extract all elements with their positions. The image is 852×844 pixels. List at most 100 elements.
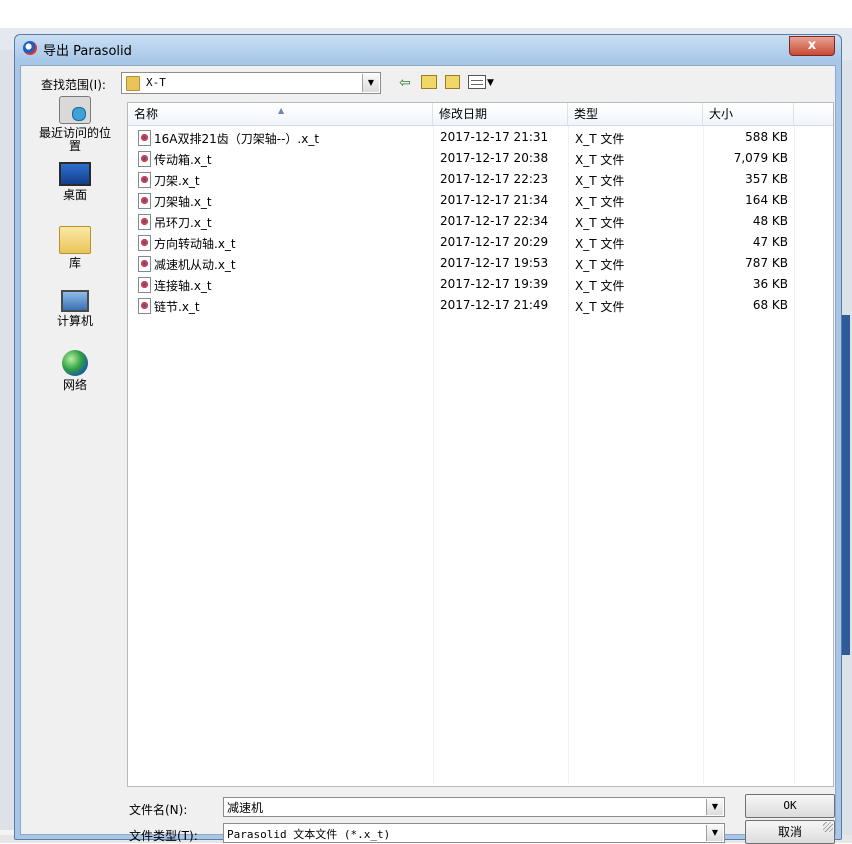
column-date[interactable]: 修改日期: [433, 103, 568, 125]
sort-ascending-icon: ▲: [278, 106, 285, 115]
file-list[interactable]: 名称 ▲ 修改日期 类型 大小 16A双排21齿（刀架轴--）.x_t 2017…: [127, 102, 834, 787]
file-size: 7,079 KB: [733, 151, 788, 165]
cancel-button[interactable]: 取消: [745, 820, 835, 844]
filename-value: 减速机: [227, 801, 264, 815]
file-type: X_T 文件: [575, 153, 625, 167]
up-folder-icon[interactable]: [421, 75, 437, 89]
file-size: 48 KB: [752, 214, 788, 228]
file-name: 刀架轴.x_t: [154, 195, 212, 209]
column-name[interactable]: 名称 ▲: [128, 103, 433, 125]
chevron-down-icon[interactable]: ▼: [362, 74, 379, 92]
xt-file-icon: [138, 298, 151, 314]
file-row[interactable]: 链节.x_t 2017-12-17 21:49 X_T 文件 68 KB: [128, 295, 833, 316]
file-type: X_T 文件: [575, 237, 625, 251]
column-size-label: 大小: [709, 107, 734, 121]
place-label: 网络: [62, 378, 87, 392]
chevron-down-icon[interactable]: ▼: [706, 799, 723, 815]
app-logo-icon: [23, 41, 37, 55]
file-size: 357 KB: [745, 172, 788, 186]
export-dialog: 导出 Parasolid x 查找范围(I): X-T ▼ ⇦ ▼ 最近访问的位…: [14, 34, 842, 844]
file-date: 2017-12-17 20:38: [440, 151, 549, 165]
place-recent[interactable]: 最近访问的位置: [27, 96, 123, 153]
file-type: X_T 文件: [575, 174, 625, 188]
file-type: X_T 文件: [575, 258, 625, 272]
file-name: 减速机从动.x_t: [154, 258, 236, 272]
column-type[interactable]: 类型: [568, 103, 703, 125]
xt-file-icon: [138, 235, 151, 251]
computer-icon: [61, 290, 89, 312]
file-type: X_T 文件: [575, 279, 625, 293]
xt-file-icon: [138, 277, 151, 293]
file-date: 2017-12-17 19:53: [440, 256, 549, 270]
place-network[interactable]: 网络: [27, 350, 123, 392]
file-size: 68 KB: [752, 298, 788, 312]
place-label: 库: [68, 256, 81, 270]
place-computer[interactable]: 计算机: [27, 290, 123, 328]
lookin-label: 查找范围(I):: [41, 78, 106, 92]
place-libraries[interactable]: 库: [27, 226, 123, 270]
file-date: 2017-12-17 19:39: [440, 277, 549, 291]
column-size[interactable]: 大小: [703, 103, 794, 125]
file-size: 47 KB: [752, 235, 788, 249]
file-date: 2017-12-17 21:34: [440, 193, 549, 207]
file-row[interactable]: 减速机从动.x_t 2017-12-17 19:53 X_T 文件 787 KB: [128, 253, 833, 274]
resize-grip-icon[interactable]: [823, 822, 833, 832]
file-name: 吊环刀.x_t: [154, 216, 212, 230]
column-type-label: 类型: [574, 107, 599, 121]
recent-places-icon: [59, 96, 91, 124]
view-menu-icon[interactable]: [468, 75, 486, 89]
background-left-panel: [0, 50, 14, 830]
file-row[interactable]: 刀架.x_t 2017-12-17 22:23 X_T 文件 357 KB: [128, 169, 833, 190]
file-name: 连接轴.x_t: [154, 279, 212, 293]
xt-file-icon: [138, 214, 151, 230]
file-date: 2017-12-17 20:29: [440, 235, 549, 249]
filetype-label: 文件类型(T):: [129, 829, 198, 843]
file-row[interactable]: 刀架轴.x_t 2017-12-17 21:34 X_T 文件 164 KB: [128, 190, 833, 211]
folder-icon: [126, 76, 140, 91]
background-top-area: [0, 0, 852, 30]
file-date: 2017-12-17 22:34: [440, 214, 549, 228]
place-label: 计算机: [56, 314, 93, 328]
file-name: 刀架.x_t: [154, 174, 200, 188]
file-row[interactable]: 连接轴.x_t 2017-12-17 19:39 X_T 文件 36 KB: [128, 274, 833, 295]
file-size: 36 KB: [752, 277, 788, 291]
file-name: 方向转动轴.x_t: [154, 237, 236, 251]
dialog-titlebar[interactable]: 导出 Parasolid x: [15, 35, 841, 61]
file-row[interactable]: 传动箱.x_t 2017-12-17 20:38 X_T 文件 7,079 KB: [128, 148, 833, 169]
view-menu-chevron-icon[interactable]: ▼: [487, 74, 494, 92]
lookin-dropdown[interactable]: X-T ▼: [121, 72, 381, 94]
file-date: 2017-12-17 21:49: [440, 298, 549, 312]
close-button[interactable]: x: [789, 36, 835, 56]
file-type: X_T 文件: [575, 132, 625, 146]
chevron-down-icon[interactable]: ▼: [706, 825, 723, 841]
filetype-value: Parasolid 文本文件 (*.x_t): [227, 828, 391, 841]
filename-label: 文件名(N):: [129, 803, 188, 817]
dialog-title: 导出 Parasolid: [43, 44, 132, 59]
close-icon: x: [807, 38, 817, 53]
file-name: 传动箱.x_t: [154, 153, 212, 167]
place-label: 最近访问的位置: [38, 126, 111, 153]
xt-file-icon: [138, 130, 151, 146]
xt-file-icon: [138, 172, 151, 188]
ok-button[interactable]: OK: [745, 794, 835, 818]
file-row[interactable]: 吊环刀.x_t 2017-12-17 22:34 X_T 文件 48 KB: [128, 211, 833, 232]
file-type: X_T 文件: [575, 216, 625, 230]
filename-input[interactable]: 减速机 ▼: [223, 797, 725, 817]
file-date: 2017-12-17 22:23: [440, 172, 549, 186]
place-desktop[interactable]: 桌面: [27, 162, 123, 202]
back-arrow-icon[interactable]: ⇦: [399, 74, 411, 92]
file-date: 2017-12-17 21:31: [440, 130, 549, 144]
column-date-label: 修改日期: [439, 107, 488, 121]
file-name: 16A双排21齿（刀架轴--）.x_t: [154, 132, 320, 146]
lookin-value: X-T: [146, 76, 166, 89]
file-row[interactable]: 方向转动轴.x_t 2017-12-17 20:29 X_T 文件 47 KB: [128, 232, 833, 253]
xt-file-icon: [138, 256, 151, 272]
file-size: 164 KB: [745, 193, 788, 207]
filetype-dropdown[interactable]: Parasolid 文本文件 (*.x_t) ▼: [223, 823, 725, 843]
network-icon: [62, 350, 88, 376]
new-folder-icon[interactable]: [445, 75, 460, 89]
xt-file-icon: [138, 193, 151, 209]
file-row[interactable]: 16A双排21齿（刀架轴--）.x_t 2017-12-17 21:31 X_T…: [128, 127, 833, 148]
places-bar: 最近访问的位置 桌面 库 计算机 网络: [27, 96, 123, 786]
column-header: 名称 ▲ 修改日期 类型 大小: [128, 103, 833, 126]
